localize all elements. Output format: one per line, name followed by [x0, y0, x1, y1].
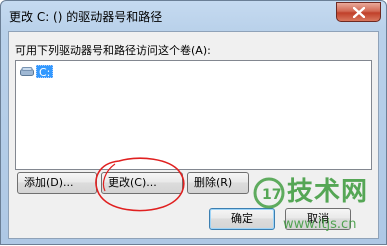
- list-prompt-label: 可用下列驱动器号和路径访问这个卷(A):: [15, 44, 211, 57]
- svg-text:17: 17: [262, 187, 281, 203]
- window-title: 更改 C: () 的驱动器号和路径: [9, 10, 163, 24]
- remove-button[interactable]: 删除(R): [187, 172, 249, 194]
- watermark-url: www.itjs.cn: [283, 217, 357, 232]
- watermark: 17 技术网 www.itjs.cn: [253, 169, 383, 244]
- close-button[interactable]: [336, 2, 381, 22]
- watermark-text: 技术网: [287, 177, 369, 207]
- drive-path-listbox[interactable]: C:: [15, 60, 372, 170]
- drive-icon: [20, 67, 34, 76]
- change-button[interactable]: 更改(C)...: [101, 172, 183, 194]
- title-bar[interactable]: 更改 C: () 的驱动器号和路径: [1, 1, 386, 31]
- watermark-logo-icon: 17: [253, 177, 285, 209]
- drive-label: C:: [36, 65, 54, 79]
- close-icon: [353, 7, 365, 18]
- add-button[interactable]: 添加(D)...: [17, 172, 97, 194]
- dialog-window: 更改 C: () 的驱动器号和路径 可用下列驱动器号和路径访问这个卷(A): C…: [0, 0, 387, 245]
